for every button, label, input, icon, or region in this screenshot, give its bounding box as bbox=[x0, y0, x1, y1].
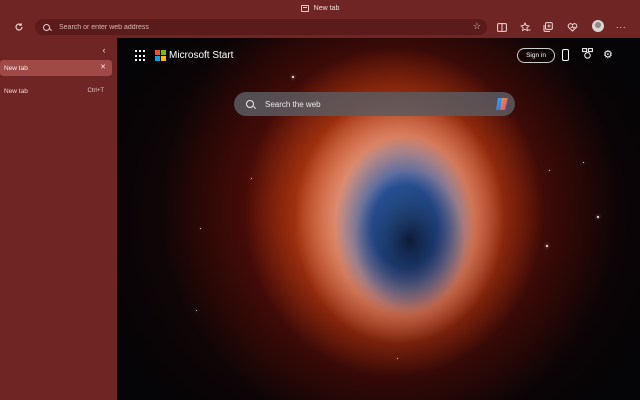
tab-page-icon bbox=[300, 4, 309, 12]
star bbox=[196, 310, 197, 311]
apps-launcher-icon[interactable] bbox=[135, 50, 147, 62]
collections-icon[interactable] bbox=[540, 19, 556, 35]
search-icon bbox=[246, 100, 254, 108]
browser-essentials-icon[interactable] bbox=[564, 19, 580, 35]
tab-label: New tab bbox=[4, 64, 28, 72]
rewards-icon[interactable] bbox=[582, 48, 594, 60]
new-tab-button[interactable]: New tab Ctrl+T bbox=[0, 84, 112, 98]
star bbox=[549, 170, 550, 171]
web-search-input[interactable] bbox=[265, 99, 485, 109]
favorites-icon[interactable] bbox=[517, 19, 533, 35]
star bbox=[200, 228, 201, 229]
copilot-icon[interactable] bbox=[494, 96, 510, 112]
browser-window: New tab ☆ ··· ‹ New tab ✕ bbox=[0, 0, 640, 400]
new-tab-shortcut: Ctrl+T bbox=[87, 88, 105, 94]
new-tab-label: New tab bbox=[4, 87, 28, 95]
vertical-tabs-pane: ‹ New tab ✕ New tab Ctrl+T bbox=[0, 38, 116, 400]
address-bar[interactable]: ☆ bbox=[35, 19, 487, 35]
favorite-star-icon[interactable]: ☆ bbox=[473, 21, 481, 32]
star bbox=[397, 358, 398, 359]
phone-icon[interactable] bbox=[562, 49, 569, 61]
toolbar: ☆ ··· bbox=[0, 16, 640, 38]
profile-avatar[interactable] bbox=[592, 20, 604, 32]
star bbox=[597, 216, 599, 218]
microsoft-logo-icon bbox=[155, 50, 166, 61]
address-input[interactable] bbox=[59, 23, 449, 31]
close-tab-icon[interactable]: ✕ bbox=[100, 63, 106, 71]
sign-in-button[interactable]: Sign in bbox=[517, 48, 555, 63]
star bbox=[251, 178, 252, 179]
star bbox=[546, 245, 548, 247]
tab-new-tab[interactable]: New tab ✕ bbox=[0, 60, 112, 76]
settings-gear-icon[interactable]: ⚙ bbox=[603, 48, 615, 61]
more-options-icon[interactable]: ··· bbox=[613, 19, 629, 35]
web-search-box[interactable] bbox=[234, 92, 515, 116]
brand-title[interactable]: Microsoft Start bbox=[169, 50, 233, 61]
refresh-icon[interactable] bbox=[11, 19, 27, 35]
star bbox=[292, 76, 294, 78]
new-tab-page: Microsoft Start Sign in ⚙ bbox=[117, 38, 640, 400]
title-bar: New tab bbox=[0, 0, 640, 16]
split-screen-icon[interactable] bbox=[494, 19, 510, 35]
collapse-pane-chevron-icon[interactable]: ‹ bbox=[98, 44, 110, 56]
window-title: New tab bbox=[313, 4, 340, 12]
search-icon bbox=[43, 23, 50, 31]
star bbox=[583, 162, 584, 163]
